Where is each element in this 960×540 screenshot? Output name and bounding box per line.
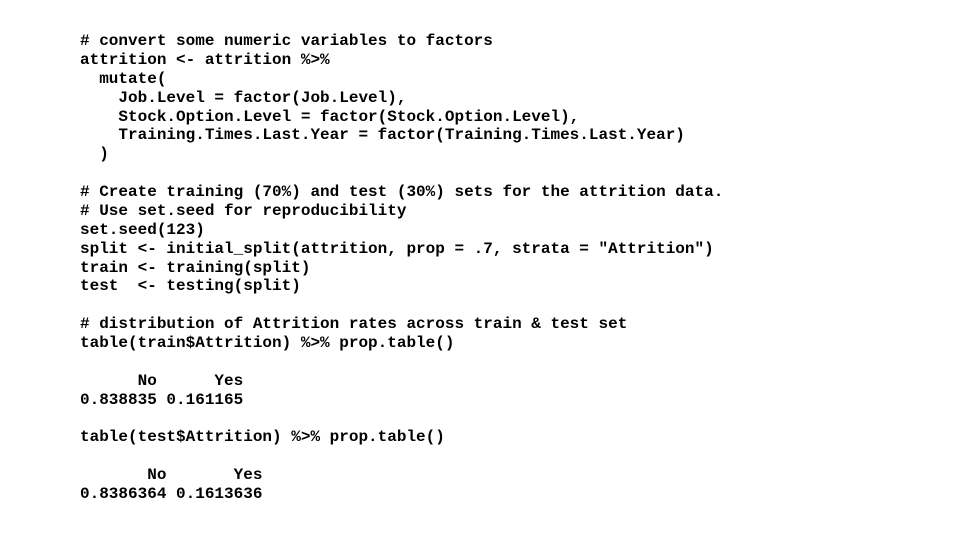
code-line: mutate(: [80, 70, 166, 88]
code-line: attrition <- attrition %>%: [80, 51, 330, 69]
code-line: # Create training (70%) and test (30%) s…: [80, 183, 723, 201]
code-line: Training.Times.Last.Year = factor(Traini…: [80, 126, 685, 144]
code-line: No Yes: [80, 372, 243, 390]
code-line: split <- initial_split(attrition, prop =…: [80, 240, 714, 258]
code-line: # Use set.seed for reproducibility: [80, 202, 406, 220]
code-block: # convert some numeric variables to fact…: [0, 0, 960, 504]
code-line: Job.Level = factor(Job.Level),: [80, 89, 406, 107]
code-line: # distribution of Attrition rates across…: [80, 315, 627, 333]
code-line: test <- testing(split): [80, 277, 301, 295]
code-line: Stock.Option.Level = factor(Stock.Option…: [80, 108, 579, 126]
code-line: table(train$Attrition) %>% prop.table(): [80, 334, 454, 352]
code-line: ): [80, 145, 109, 163]
code-line: 0.8386364 0.1613636: [80, 485, 262, 503]
code-line: set.seed(123): [80, 221, 205, 239]
code-line: 0.838835 0.161165: [80, 391, 243, 409]
code-line: No Yes: [80, 466, 262, 484]
code-line: # convert some numeric variables to fact…: [80, 32, 493, 50]
code-line: table(test$Attrition) %>% prop.table(): [80, 428, 445, 446]
code-line: train <- training(split): [80, 259, 310, 277]
